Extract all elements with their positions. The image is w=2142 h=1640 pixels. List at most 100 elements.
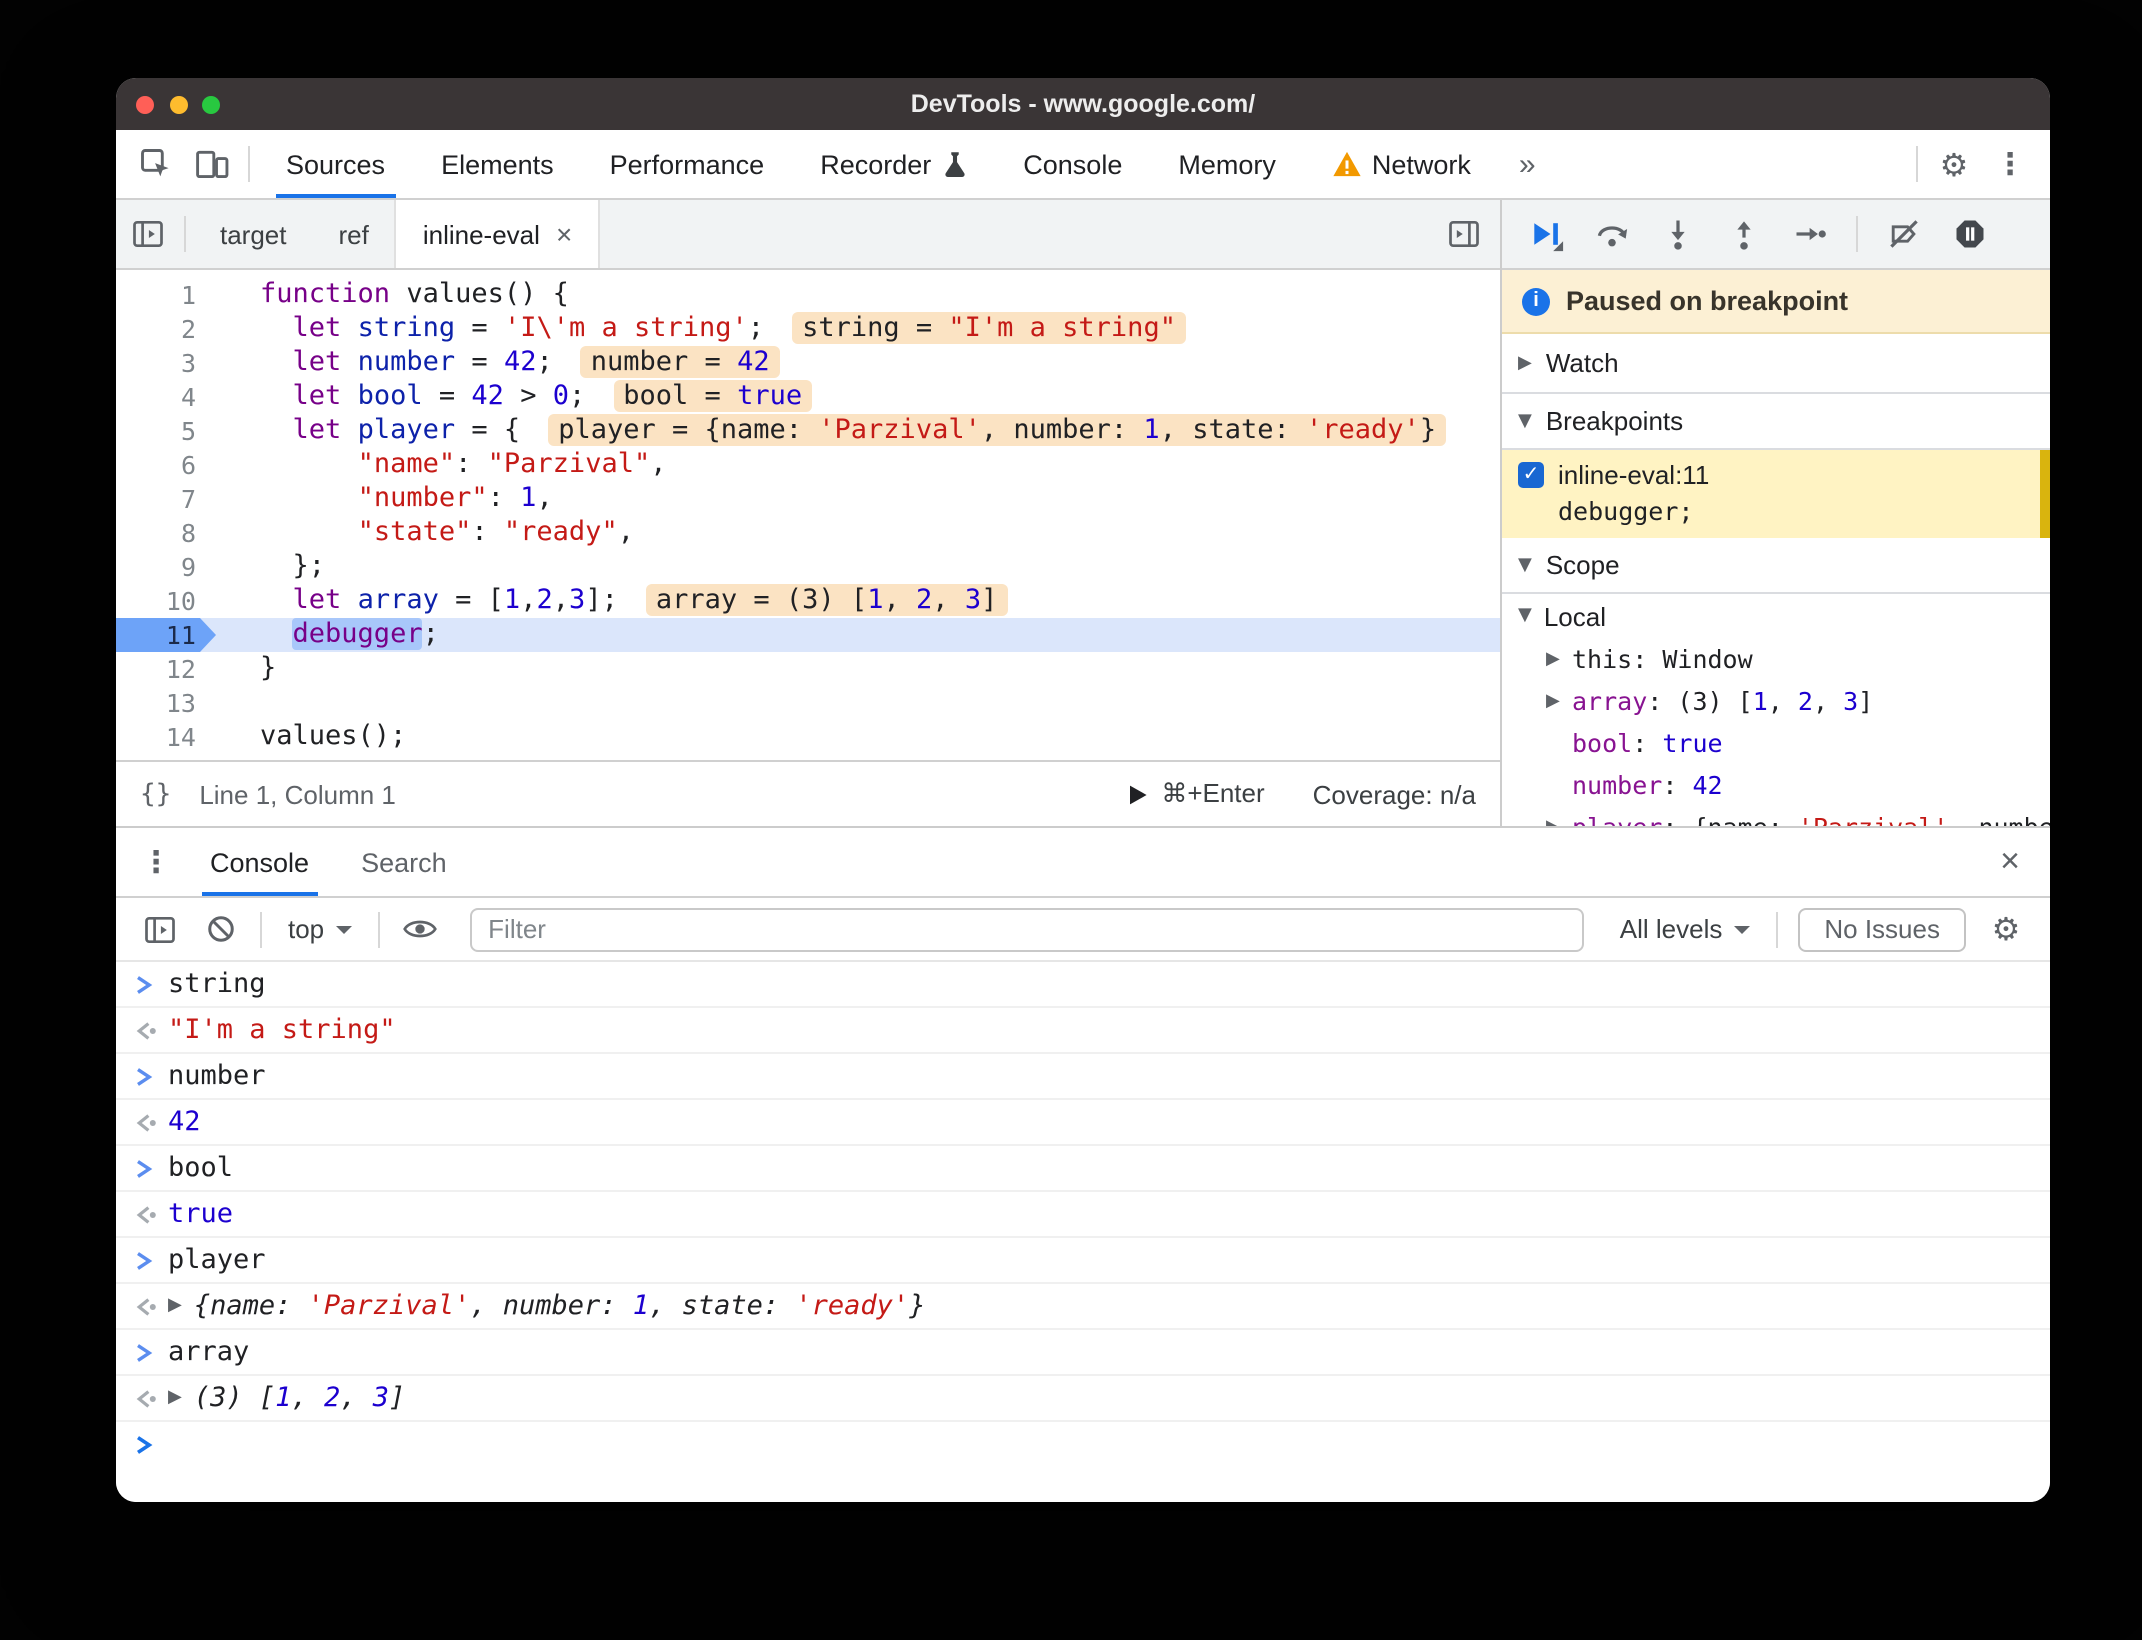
minimize-window-button[interactable] [169, 95, 187, 113]
line-content[interactable]: values(); [216, 720, 1500, 754]
watch-section-header[interactable]: ▶ Watch [1502, 334, 2050, 394]
breakpoint-checkbox[interactable]: ✓ [1518, 462, 1544, 488]
code-token: = [455, 312, 504, 344]
device-toolbar-button[interactable] [184, 130, 240, 198]
line-number[interactable]: 4 [116, 380, 216, 414]
resume-script-button[interactable] [1518, 208, 1574, 260]
issues-counter[interactable]: No Issues [1798, 907, 1966, 951]
expand-object-icon[interactable]: ▶ [168, 1296, 182, 1316]
breakpoint-snippet: debugger; [1558, 496, 1694, 526]
log-level-selector[interactable]: All levels [1606, 914, 1765, 944]
show-console-sidebar-button[interactable] [132, 898, 188, 960]
line-number[interactable]: 8 [116, 516, 216, 550]
clear-console-button[interactable] [192, 898, 248, 960]
line-content[interactable]: let number = 42; number = 42 [216, 346, 1500, 380]
scope-section-header[interactable]: ▼ Scope [1502, 538, 2050, 594]
pause-on-exceptions-button[interactable] [1942, 208, 1998, 260]
console-prompt[interactable] [116, 1422, 2050, 1468]
pretty-print-button[interactable]: {} [140, 779, 171, 809]
step-into-button[interactable] [1650, 208, 1706, 260]
line-number[interactable]: 7 [116, 482, 216, 516]
tab-memory[interactable]: Memory [1150, 130, 1304, 198]
scope-variable-bool[interactable]: bool: true [1502, 722, 2050, 764]
step-button[interactable] [1782, 208, 1838, 260]
inspect-element-button[interactable] [128, 130, 184, 198]
line-number[interactable]: 9 [116, 550, 216, 584]
line-content[interactable]: let bool = 42 > 0; bool = true [216, 380, 1500, 414]
close-window-button[interactable] [136, 95, 154, 113]
line-content[interactable]: }; [216, 550, 1500, 584]
tab-search[interactable]: Search [335, 828, 473, 896]
step-out-button[interactable] [1716, 208, 1772, 260]
line-number[interactable]: 1 [116, 278, 216, 312]
scope-variable-number[interactable]: number: 42 [1502, 764, 2050, 806]
line-number[interactable]: 11 [116, 618, 216, 652]
scope-variable-array[interactable]: ▶ array: (3) [1, 2, 3] [1502, 680, 2050, 722]
run-snippet-button[interactable]: ⌘+Enter [1127, 778, 1265, 810]
tab-sources[interactable]: Sources [258, 130, 413, 198]
line-number[interactable]: 10 [116, 584, 216, 618]
scope-variable-this[interactable]: ▶ this: Window [1502, 638, 2050, 680]
chevron-right-icon[interactable]: ▶ [1546, 649, 1572, 669]
line-number[interactable]: 12 [116, 652, 216, 686]
console-settings-button[interactable]: ⚙ [1978, 898, 2034, 960]
file-tab-inline-eval[interactable]: inline-eval × [394, 200, 601, 268]
line-number[interactable]: 5 [116, 414, 216, 448]
line-content[interactable]: "state": "ready", [216, 516, 1500, 550]
gear-icon: ⚙ [1991, 910, 2021, 948]
deactivate-breakpoints-button[interactable] [1876, 208, 1932, 260]
breakpoint-entry[interactable]: ✓ inline-eval:11 debugger; [1502, 450, 2050, 538]
more-tabs-button[interactable]: » [1499, 130, 1556, 198]
zoom-window-button[interactable] [202, 95, 220, 113]
line-content[interactable]: "name": "Parzival", [216, 448, 1500, 482]
line-content[interactable]: "number": 1, [216, 482, 1500, 516]
chevron-right-icon[interactable]: ▶ [1546, 817, 1572, 826]
line-content[interactable]: let array = [1,2,3]; array = (3) [1, 2, 3… [216, 584, 1500, 618]
line-number[interactable]: 13 [116, 686, 216, 720]
line-content[interactable]: let player = {player = {name: 'Parzival'… [216, 414, 1500, 448]
line-number[interactable]: 2 [116, 312, 216, 346]
context-selector[interactable]: top [274, 914, 366, 944]
line-number[interactable]: 6 [116, 448, 216, 482]
tab-console[interactable]: Console [995, 130, 1150, 198]
line-content[interactable]: debugger; [216, 618, 1500, 652]
main-menu-button[interactable]: ⋮ [1982, 130, 2038, 198]
line-content[interactable] [216, 686, 1500, 720]
scope-variable-player[interactable]: ▶player: {name: 'Parzival', number: 1, s… [1502, 806, 2050, 826]
tab-network[interactable]: Network [1304, 130, 1499, 198]
tab-console[interactable]: Console [184, 828, 335, 896]
create-live-expression-button[interactable] [392, 898, 448, 960]
chevron-down-icon [1734, 925, 1751, 933]
scope-local-row[interactable]: ▼ Local [1502, 594, 2050, 638]
console-command: player [116, 1238, 2050, 1284]
breakpoints-section-header[interactable]: ▼ Breakpoints [1502, 394, 2050, 450]
console-result-icon [132, 1295, 168, 1317]
console-result[interactable]: ▶ (3) [1, 2, 3] [116, 1376, 2050, 1422]
console-text: player [168, 1244, 266, 1276]
tab-performance[interactable]: Performance [582, 130, 793, 198]
code-token: : [1632, 644, 1663, 674]
line-content[interactable]: function values() { [216, 278, 1500, 312]
tab-recorder[interactable]: Recorder [792, 130, 995, 198]
line-number[interactable]: 3 [116, 346, 216, 380]
file-tab-label: inline-eval [422, 219, 540, 249]
toggle-debugger-sidebar-button[interactable] [1436, 200, 1492, 268]
line-content[interactable]: } [216, 652, 1500, 686]
chevron-right-icon[interactable]: ▶ [1546, 691, 1572, 711]
console-filter-input[interactable] [470, 907, 1584, 951]
tab-elements[interactable]: Elements [413, 130, 582, 198]
drawer-menu-button[interactable]: ⋮ [128, 828, 184, 896]
console-result[interactable]: ▶ {name: 'Parzival', number: 1, state: 'r… [116, 1284, 2050, 1330]
expand-object-icon[interactable]: ▶ [168, 1388, 182, 1408]
show-navigator-button[interactable] [120, 200, 176, 268]
close-drawer-button[interactable]: × [1982, 828, 2038, 896]
line-content[interactable]: let string = 'I\'m a string'; string = "I… [216, 312, 1500, 346]
step-over-button[interactable] [1584, 208, 1640, 260]
file-tab-ref[interactable]: ref [313, 200, 395, 268]
code-editor[interactable]: 1 function values() {2 let string = 'I\'m… [116, 270, 1500, 760]
file-tab-target[interactable]: target [194, 200, 313, 268]
close-tab-icon[interactable]: × [556, 218, 572, 250]
line-number[interactable]: 14 [116, 720, 216, 754]
settings-button[interactable]: ⚙ [1926, 130, 1982, 198]
